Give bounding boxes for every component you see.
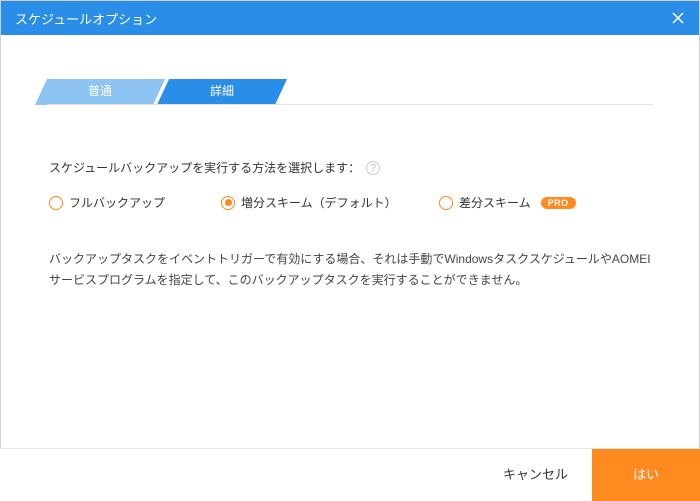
tab-general-label: 普通	[88, 84, 112, 98]
titlebar: スケジュールオプション	[1, 1, 699, 35]
section-label: スケジュールバックアップを実行する方法を選択します： ?	[49, 159, 653, 176]
radio-icon-selected	[221, 196, 235, 210]
radio-differential-label: 差分スキーム	[459, 194, 531, 211]
dialog-content: 普通 詳細 スケジュールバックアップを実行する方法を選択します： ? フルバック…	[1, 35, 699, 291]
help-icon[interactable]: ?	[366, 161, 380, 175]
tab-general[interactable]: 普通	[41, 79, 159, 105]
radio-icon	[439, 196, 453, 210]
cancel-button[interactable]: キャンセル	[479, 449, 592, 501]
radio-full-backup[interactable]: フルバックアップ	[49, 194, 221, 211]
radio-differential[interactable]: 差分スキーム PRO	[439, 194, 576, 211]
radio-full-label: フルバックアップ	[69, 194, 165, 211]
close-icon	[672, 12, 684, 24]
dialog-footer: キャンセル はい	[0, 448, 700, 500]
radio-incremental-label: 増分スキーム（デフォルト）	[241, 194, 397, 211]
radio-incremental[interactable]: 増分スキーム（デフォルト）	[221, 194, 439, 211]
tab-bar: 普通 詳細	[47, 79, 653, 105]
backup-scheme-group: フルバックアップ 増分スキーム（デフォルト） 差分スキーム PRO	[49, 194, 653, 211]
pro-badge: PRO	[541, 197, 576, 209]
description-text: バックアップタスクをイベントトリガーで有効にする場合、それは手動でWindows…	[49, 249, 651, 291]
radio-icon	[49, 196, 63, 210]
section-label-text: スケジュールバックアップを実行する方法を選択します：	[49, 159, 360, 176]
ok-button[interactable]: はい	[592, 449, 700, 501]
tab-advanced-label: 詳細	[210, 84, 234, 98]
close-button[interactable]	[669, 9, 687, 27]
tab-advanced[interactable]: 詳細	[163, 79, 281, 105]
window-title: スケジュールオプション	[15, 9, 157, 28]
